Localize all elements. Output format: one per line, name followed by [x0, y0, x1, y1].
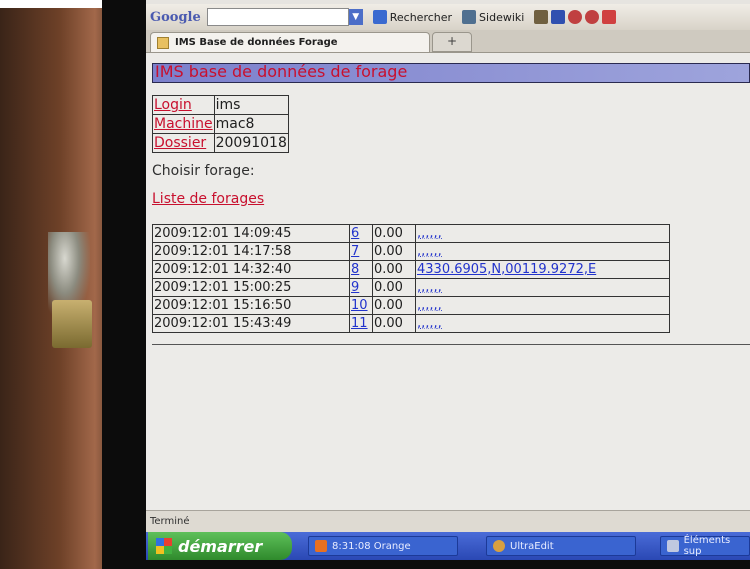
- favicon-icon: [157, 36, 169, 49]
- google-search-input[interactable]: [206, 8, 349, 26]
- new-tab-button[interactable]: +: [432, 32, 472, 52]
- table-row: 2009:12:01 15:43:49 11 0.00 ,,,,,,: [152, 314, 670, 333]
- boring-depth: 0.00: [372, 224, 416, 243]
- tab-label: IMS Base de données Forage: [175, 37, 338, 48]
- sidewiki-icon: [462, 10, 477, 24]
- info-row-dossier: Dossier 20091018: [152, 133, 289, 153]
- taskbar-item-elements[interactable]: Éléments sup: [660, 535, 750, 557]
- pagerank-icon: [568, 10, 583, 24]
- table-row: 2009:12:01 14:09:45 6 0.00 ,,,,,,: [152, 224, 670, 243]
- choose-boring-label: Choisir forage:: [152, 163, 255, 179]
- taskbar-item-label: Éléments sup: [683, 535, 731, 557]
- taskbar-item-orange[interactable]: 8:31:08 Orange: [308, 536, 458, 556]
- table-row: 2009:12:01 14:17:58 7 0.00 ,,,,,,: [152, 242, 670, 261]
- dossier-link[interactable]: Dossier: [152, 133, 215, 153]
- ultraedit-icon: [493, 540, 505, 552]
- google-toolbar: Google ▼ Rechercher Sidewiki: [146, 4, 750, 30]
- page-title: IMS base de données de forage: [155, 62, 408, 81]
- boring-depth: 0.00: [372, 242, 416, 261]
- start-button[interactable]: démarrer: [148, 532, 292, 560]
- boring-datetime: 2009:12:01 15:43:49: [152, 314, 350, 333]
- session-info-table: Login ims Machine mac8 Dossier 20091018: [152, 95, 289, 153]
- taskbar-item-label: UltraEdit: [510, 540, 554, 552]
- boring-datetime: 2009:12:01 14:17:58: [152, 242, 350, 261]
- boring-coord-link[interactable]: ,,,,,,: [415, 278, 670, 297]
- plant-pot: [52, 300, 92, 348]
- orange-app-icon: [315, 540, 327, 552]
- search-button-label: Rechercher: [389, 10, 453, 24]
- taskbar-item-label: 8:31:08 Orange: [332, 540, 411, 552]
- share-icon: [585, 10, 600, 24]
- boring-number-link[interactable]: 10: [349, 296, 373, 315]
- info-row-machine: Machine mac8: [152, 114, 289, 134]
- table-row: 2009:12:01 15:16:50 10 0.00 ,,,,,,: [152, 296, 670, 315]
- login-link[interactable]: Login: [152, 95, 215, 115]
- gmail-icon: [602, 10, 617, 24]
- login-value: ims: [213, 95, 289, 115]
- status-bar: Terminé: [146, 510, 750, 532]
- google-search-icon: [372, 10, 387, 24]
- boring-list-link[interactable]: Liste de forages: [152, 191, 264, 207]
- boring-number-link[interactable]: 9: [349, 278, 373, 297]
- tab-ims-database[interactable]: IMS Base de données Forage: [150, 32, 430, 52]
- boring-datetime: 2009:12:01 14:32:40: [152, 260, 350, 279]
- tab-strip: IMS Base de données Forage +: [146, 30, 750, 53]
- boring-number-link[interactable]: 7: [349, 242, 373, 261]
- machine-link[interactable]: Machine: [152, 114, 215, 134]
- page-content: IMS base de données de forage Login ims …: [146, 53, 750, 510]
- boring-coord-link[interactable]: ,,,,,,: [415, 314, 670, 333]
- start-button-label: démarrer: [178, 536, 263, 556]
- boring-coord-link[interactable]: ,,,,,,: [415, 296, 670, 315]
- search-button[interactable]: Rechercher: [372, 10, 453, 24]
- sidewiki-button[interactable]: Sidewiki: [462, 10, 524, 24]
- taskbar-item-ultraedit[interactable]: UltraEdit: [486, 536, 636, 556]
- bookmark-icon: [551, 10, 566, 24]
- boring-number-link[interactable]: 8: [349, 260, 373, 279]
- page-banner: IMS base de données de forage: [152, 62, 750, 83]
- status-text: Terminé: [150, 516, 190, 527]
- boring-number-link[interactable]: 6: [349, 224, 373, 243]
- boring-coord-link[interactable]: ,,,,,,: [415, 242, 670, 261]
- boring-datetime: 2009:12:01 15:00:25: [152, 278, 350, 297]
- boring-datetime: 2009:12:01 15:16:50: [152, 296, 350, 315]
- toolbar-extra-icons[interactable]: [534, 10, 617, 24]
- google-logo: Google: [150, 9, 201, 25]
- search-dropdown-icon[interactable]: ▼: [348, 9, 363, 25]
- home-icon: [534, 10, 549, 24]
- boring-datetime: 2009:12:01 14:09:45: [152, 224, 350, 243]
- table-row: 2009:12:01 14:32:40 8 0.00 4330.6905,N,0…: [152, 260, 670, 279]
- boring-number-link[interactable]: 11: [349, 314, 373, 333]
- table-row: 2009:12:01 15:00:25 9 0.00 ,,,,,,: [152, 278, 670, 297]
- sidewiki-button-label: Sidewiki: [479, 10, 525, 24]
- taskbar: démarrer 8:31:08 Orange UltraEdit Élémen…: [146, 532, 750, 560]
- boring-coord-link[interactable]: ,,,,,,: [415, 224, 670, 243]
- boring-depth: 0.00: [372, 278, 416, 297]
- boring-depth: 0.00: [372, 260, 416, 279]
- horizontal-rule: [152, 344, 750, 345]
- elements-icon: [667, 540, 679, 552]
- screen: Google ▼ Rechercher Sidewiki IMS Base de…: [146, 0, 750, 560]
- borings-table: 2009:12:01 14:09:45 6 0.00 ,,,,,, 2009:1…: [152, 224, 670, 333]
- dossier-value: 20091018: [213, 133, 289, 153]
- boring-depth: 0.00: [372, 314, 416, 333]
- info-row-login: Login ims: [152, 95, 289, 115]
- windows-logo-icon: [156, 538, 172, 554]
- machine-value: mac8: [213, 114, 289, 134]
- boring-coord-link[interactable]: 4330.6905,N,00119.9272,E: [415, 260, 670, 279]
- boring-depth: 0.00: [372, 296, 416, 315]
